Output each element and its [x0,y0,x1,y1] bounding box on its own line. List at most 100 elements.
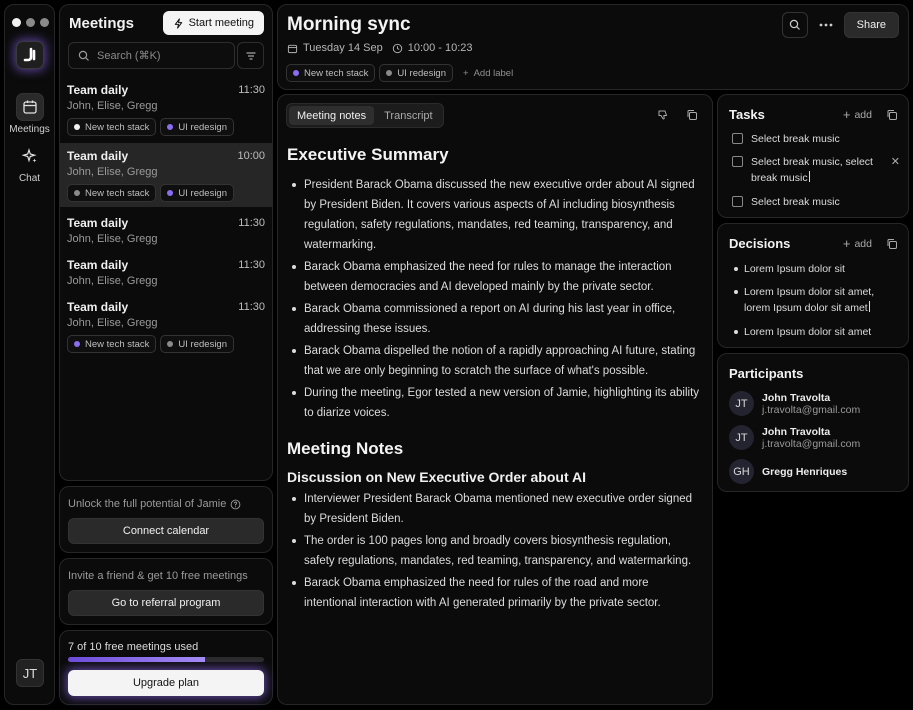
tag-label: UI redesign [178,187,228,199]
summary-item: Barack Obama dispelled the notion of a r… [291,341,703,381]
meeting-time-range: 10:00 - 10:23 [407,42,473,54]
task-checkbox[interactable] [732,133,743,144]
referral-program-button[interactable]: Go to referral program [68,590,264,616]
meeting-header: Morning sync Tuesday 14 Sep 10:00 - 10:2… [277,4,909,90]
meeting-time: 11:30 [238,301,265,313]
task-checkbox[interactable] [732,196,743,207]
tasks-title: Tasks [729,107,765,122]
plus-icon: + [842,107,851,122]
participant[interactable]: JT John Travolta j.travolta@gmail.com [729,425,860,450]
search-input[interactable]: Search (⌘K) [68,42,235,69]
tag-new-tech-stack[interactable]: New tech stack [286,64,376,82]
meeting-title: Morning sync [287,14,411,35]
meeting-time: 11:30 [238,84,265,96]
task-text[interactable]: Select break music [751,131,840,147]
usage-card: 7 of 10 free meetings used Upgrade plan [59,630,273,705]
tag-ui-redesign[interactable]: UI redesign [160,335,235,353]
meeting-item[interactable]: Team daily 11:30 John, Elise, Gregg New t… [60,83,272,141]
copy-icon[interactable] [886,109,898,121]
usage-text: 7 of 10 free meetings used [68,641,199,653]
tab-transcript[interactable]: Transcript [376,106,441,125]
add-task-button[interactable]: + add [843,107,872,122]
connect-calendar-button[interactable]: Connect calendar [68,518,264,544]
meeting-item[interactable]: Team daily 11:30 John, Elise, Gregg [60,258,272,294]
usage-progress-bar [68,657,264,662]
share-button[interactable]: Share [843,12,899,38]
decision-item[interactable]: Lorem Ipsum dolor sit amet [732,324,897,340]
filter-button[interactable] [237,42,264,69]
meeting-item-selected[interactable]: Team daily 10:00 John, Elise, Gregg New t… [60,143,272,207]
add-label-button[interactable]: + Add label [463,68,513,79]
tasks-panel: Tasks + add Select break music Select bre… [717,94,909,218]
tag-new-tech-stack[interactable]: New tech stack [67,335,157,353]
tag-ui-redesign[interactable]: UI redesign [160,118,235,136]
usage-progress-fill [68,657,206,662]
tag-ui-redesign[interactable]: UI redesign [379,64,454,82]
participant-name: John Travolta [762,391,831,404]
help-icon[interactable] [230,499,241,510]
meeting-time: 11:30 [238,259,265,271]
close-window-button[interactable] [12,18,21,27]
rail-item-chat[interactable]: Chat [5,142,54,184]
close-icon[interactable]: ✕ [891,154,900,170]
user-avatar[interactable]: JT [16,659,44,687]
meeting-title: Team daily [67,300,129,314]
tag-label: New tech stack [85,338,150,350]
participant-email: j.travolta@gmail.com [762,437,861,450]
tag-label: UI redesign [178,338,228,350]
decision-text: Lorem Ipsum dolor sit amet, lorem Ipsum … [744,286,875,314]
minimize-window-button[interactable] [26,18,35,27]
decisions-title: Decisions [729,236,791,251]
participant[interactable]: JT John Travolta j.travolta@gmail.com [729,391,860,416]
tag-label: New tech stack [85,187,150,199]
notes-item: Interviewer President Barack Obama menti… [291,489,703,529]
tag-label: New tech stack [304,67,369,79]
copy-icon[interactable] [886,238,898,250]
header-search-button[interactable] [782,12,808,38]
tag-new-tech-stack[interactable]: New tech stack [67,118,157,136]
meeting-title: Team daily [67,83,129,97]
meeting-item[interactable]: Team daily 11:30 John, Elise, Gregg [60,216,272,252]
add-decision-button[interactable]: + add [843,236,872,251]
decision-item-editing[interactable]: Lorem Ipsum dolor sit amet, lorem Ipsum … [732,284,897,316]
task-text[interactable]: Select break music, select break music [751,156,873,184]
participant[interactable]: GH Gregg Henriques [729,459,847,484]
meeting-time: 10:00 [237,150,265,162]
task-checkbox[interactable] [732,156,743,167]
tag-label: UI redesign [397,67,447,79]
tag-new-tech-stack[interactable]: New tech stack [67,184,157,202]
text-cursor [808,171,810,182]
upgrade-plan-button[interactable]: Upgrade plan [68,670,264,696]
tag-label: UI redesign [178,121,228,133]
copy-icon[interactable] [686,109,698,121]
summary-item: Barack Obama commissioned a report on AI… [291,299,703,339]
maximize-window-button[interactable] [40,18,49,27]
meeting-participants: John, Elise, Gregg [67,275,158,287]
search-icon [78,50,89,61]
meeting-item[interactable]: Team daily 11:30 John, Elise, Gregg New t… [60,300,272,358]
more-options-button[interactable] [816,12,836,38]
start-meeting-button[interactable]: Start meeting [162,11,264,35]
meeting-participants: John, Elise, Gregg [67,317,158,329]
tag-ui-redesign[interactable]: UI redesign [160,184,235,202]
notes-subheading: Discussion on New Executive Order about … [287,469,586,485]
avatar: JT [729,391,754,416]
decision-item[interactable]: Lorem Ipsum dolor sit [732,261,897,277]
task-item: Select break music [732,194,897,210]
meeting-title: Team daily [67,258,129,272]
navigation-rail: Meetings Chat JT [4,4,55,705]
summary-heading: Executive Summary [287,145,449,164]
participants-title: Participants [729,366,804,381]
app-logo[interactable] [16,41,44,69]
notes-panel: Meeting notes Transcript Executive Summa… [277,94,713,705]
task-text[interactable]: Select break music [751,194,840,210]
thumbs-down-icon[interactable] [657,109,669,121]
more-horizontal-icon [819,23,833,27]
decisions-panel: Decisions + add Lorem Ipsum dolor sit Lor… [717,223,909,348]
rail-item-meetings[interactable]: Meetings [5,93,54,135]
notes-tabs: Meeting notes Transcript [286,103,444,128]
window-controls [12,18,49,27]
clock-icon [392,43,402,53]
notes-heading: Meeting Notes [287,439,404,458]
tab-meeting-notes[interactable]: Meeting notes [289,106,375,125]
